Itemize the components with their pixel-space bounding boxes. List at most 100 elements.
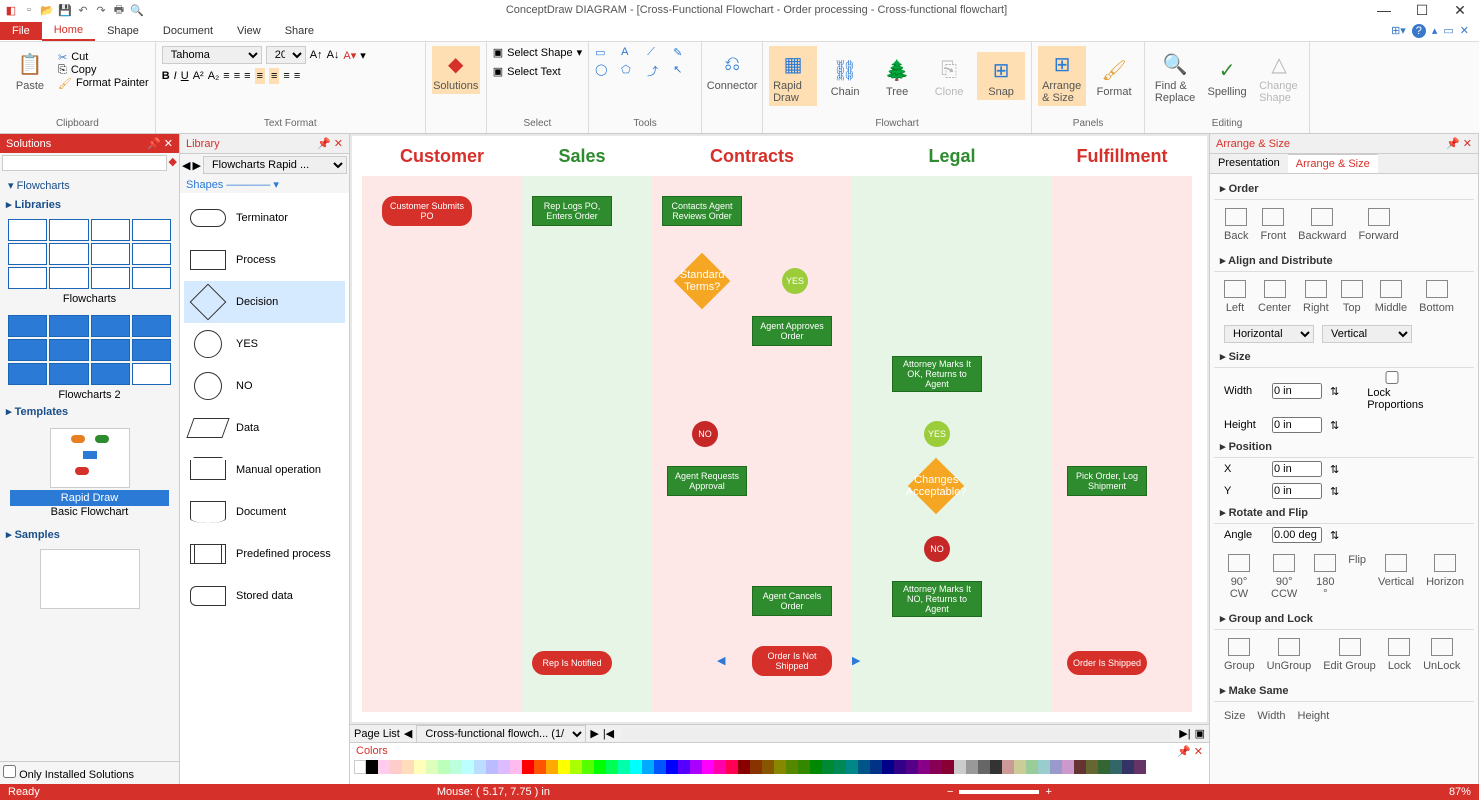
rapid-nav-right[interactable]: ▶ [852,654,860,667]
x-input[interactable] [1272,461,1322,477]
node-attok[interactable]: Attorney Marks It OK, Returns to Agent [892,356,982,392]
highlight-icon[interactable]: ▾ [360,49,366,62]
color-swatches[interactable] [350,760,1209,778]
node-replog[interactable]: Rep Logs PO, Enters Order [532,196,612,226]
same-width[interactable]: Width [1257,710,1285,722]
align-center-button[interactable]: ≡ [234,70,240,82]
lock-btn[interactable]: Lock [1388,638,1411,672]
flip-vertical[interactable]: Vertical [1378,554,1414,600]
node-shipped[interactable]: Order Is Shipped [1067,651,1147,675]
print-icon[interactable]: 🖶 [112,3,126,17]
select-shape-button[interactable]: ▣Select Shape▾ [493,46,582,59]
tab-arrange-size[interactable]: Arrange & Size [1288,154,1378,173]
chain-button[interactable]: ⛓Chain [821,52,869,100]
bold-button[interactable]: B [162,70,170,82]
pen-tool-icon[interactable]: ✎ [673,46,695,59]
pin-icon[interactable]: 📌 [1446,138,1460,150]
arrange-panel-button[interactable]: ⊞Arrange & Size [1038,46,1086,106]
same-height[interactable]: Height [1298,710,1330,722]
angle-input[interactable] [1272,527,1322,543]
tab-shape[interactable]: Shape [95,22,151,40]
new-icon[interactable]: ▫ [22,3,36,17]
pin-icon[interactable]: 📌 [1177,746,1191,758]
polygon-tool-icon[interactable]: ⬠ [621,63,643,79]
tab-share[interactable]: Share [273,22,326,40]
section-rotate[interactable]: ▸ Rotate and Flip [1214,502,1474,524]
width-input[interactable] [1272,383,1322,399]
align-bottom[interactable]: Bottom [1419,280,1454,314]
unlock-btn[interactable]: UnLock [1423,638,1460,672]
hscrollbar[interactable] [622,728,1171,740]
spelling-button[interactable]: ✓Spelling [1203,52,1251,100]
node-notified[interactable]: Rep Is Notified [532,651,612,675]
maximize-button[interactable]: ☐ [1407,2,1437,19]
close-panel-icon[interactable]: ✕ [164,138,173,150]
section-size[interactable]: ▸ Size [1214,346,1474,368]
ungroup-btn[interactable]: UnGroup [1267,638,1312,672]
close-button[interactable]: ✕ [1445,2,1475,19]
tree-libraries[interactable]: ▸ Libraries [4,194,175,215]
close-doc-icon[interactable]: ✕ [1460,24,1469,38]
collapse-icon[interactable]: ▴ [1432,24,1438,38]
valign-bot-button[interactable]: ≡ [283,70,289,82]
undo-icon[interactable]: ↶ [76,3,90,17]
cut-button[interactable]: ✂Cut [58,51,149,64]
height-input[interactable] [1272,417,1322,433]
order-backward[interactable]: Backward [1298,208,1346,242]
node-no2[interactable]: NO [924,536,950,562]
preview-icon[interactable]: 🔍 [130,3,144,17]
y-input[interactable] [1272,483,1322,499]
shape-terminator[interactable]: Terminator [184,197,345,239]
order-forward[interactable]: Forward [1358,208,1398,242]
spinner-icon[interactable]: ⇅ [1330,419,1339,432]
flowcharts-grid[interactable] [4,215,175,293]
sample-thumb[interactable] [40,549,140,609]
node-pick[interactable]: Pick Order, Log Shipment [1067,466,1147,496]
superscript-button[interactable]: A² [193,70,204,82]
spinner-icon[interactable]: ⇅ [1330,529,1339,542]
only-installed-check[interactable]: Only Installed Solutions [3,769,134,781]
section-group[interactable]: ▸ Group and Lock [1214,608,1474,630]
shape-no[interactable]: NO [184,365,345,407]
rapid-draw-button[interactable]: ▦Rapid Draw [769,46,817,106]
page-prev-icon[interactable]: ◀ [404,727,412,740]
shape-yes[interactable]: YES [184,323,345,365]
rect-tool-icon[interactable]: ▭ [595,46,617,59]
section-order[interactable]: ▸ Order [1214,178,1474,200]
shapes-label[interactable]: Shapes ———— ▾ [180,176,349,193]
close-panel-icon[interactable]: ✕ [1194,746,1203,758]
tab-home[interactable]: Home [42,21,95,41]
tree-flowcharts[interactable]: ▾ Flowcharts [4,177,175,194]
lock-prop[interactable]: Lock Proportions [1367,371,1407,411]
flowchart-canvas[interactable]: Customer Sales Contracts Legal Fulfillme… [352,136,1207,722]
node-no1[interactable]: NO [692,421,718,447]
connector-button[interactable]: ⎌Connector [708,46,756,94]
redo-icon[interactable]: ↷ [94,3,108,17]
tab-presentation[interactable]: Presentation [1210,154,1288,173]
valign-top-button[interactable]: ≡ [255,68,265,84]
save-icon[interactable]: 💾 [58,3,72,17]
align-top[interactable]: Top [1341,280,1363,314]
valign-mid-button[interactable]: ≡ [269,68,279,84]
node-attno[interactable]: Attorney Marks It NO, Returns to Agent [892,581,982,617]
node-submit[interactable]: Customer Submits PO [382,196,472,226]
zoom-slider[interactable] [959,790,1039,794]
node-reviews[interactable]: Contacts Agent Reviews Order [662,196,742,226]
page-add-icon[interactable]: ▣ [1195,727,1205,740]
order-front[interactable]: Front [1260,208,1286,242]
tab-view[interactable]: View [225,22,273,40]
curve-tool-icon[interactable]: ⤴ [647,63,669,79]
align-center[interactable]: Center [1258,280,1291,314]
align-right-button[interactable]: ≡ [244,70,250,82]
shape-manual[interactable]: Manual operation [184,449,345,491]
section-align[interactable]: ▸ Align and Distribute [1214,250,1474,272]
align-middle[interactable]: Middle [1375,280,1407,314]
shape-document[interactable]: Document [184,491,345,533]
rotate-ccw[interactable]: 90° CCW [1266,554,1302,600]
paste-button[interactable]: 📋Paste [6,46,54,94]
rotate-180[interactable]: 180 ° [1314,554,1336,600]
clone-button[interactable]: ⎘Clone [925,52,973,100]
flowcharts2-grid[interactable] [4,311,175,389]
tree-templates[interactable]: ▸ Templates [4,401,175,422]
rapid-nav-left[interactable]: ◀ [717,654,725,667]
